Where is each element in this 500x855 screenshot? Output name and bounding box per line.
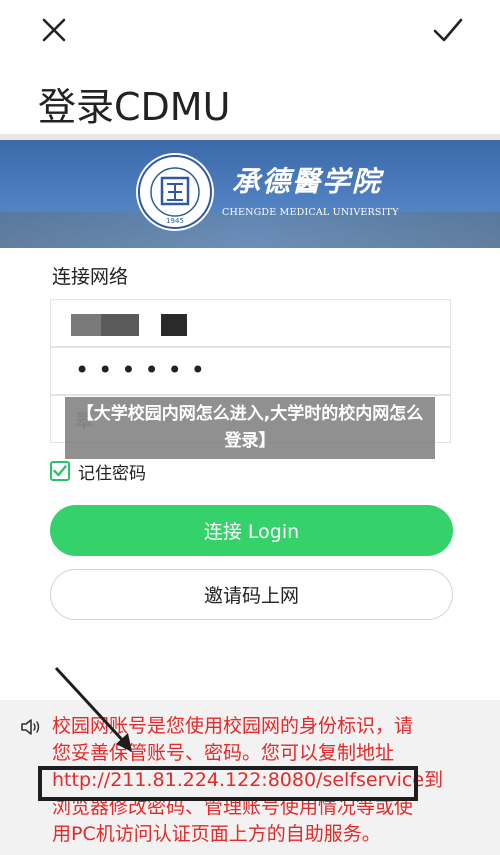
close-icon <box>42 18 66 42</box>
university-name-cn: 承德醫学院 <box>232 165 383 198</box>
remember-label: 记住密码 <box>78 463 146 484</box>
speaker-icon <box>21 719 40 735</box>
university-name-en: CHENGDE MEDICAL UNIVERSITY <box>222 207 399 218</box>
remember-password-row[interactable]: 记住密码 <box>50 460 146 484</box>
redacted-block <box>161 314 187 336</box>
article-caption-overlay: 【大学校园内网怎么进入,大学时的校内网怎么登录】 <box>65 397 435 459</box>
confirm-button[interactable] <box>430 12 466 48</box>
password-value: •••••• <box>75 356 214 384</box>
remember-checkbox[interactable] <box>50 461 70 481</box>
url-highlight-box <box>38 766 418 801</box>
logo-year: 1945 <box>166 217 184 225</box>
section-label: 连接网络 <box>52 266 129 288</box>
login-button[interactable]: 连接 Login <box>50 505 453 556</box>
page-title: 登录CDMU <box>38 85 231 129</box>
check-icon <box>433 18 463 42</box>
redacted-block <box>101 314 139 336</box>
university-logo-icon: 1945 <box>136 153 214 231</box>
checkmark-icon <box>53 465 67 477</box>
redacted-block <box>71 314 101 336</box>
invite-code-button[interactable]: 邀请码上网 <box>50 569 453 620</box>
notice-line: 用PC机访问认证页面上方的自助服务。 <box>52 823 381 845</box>
notice-line: 校园网账号是您使用校园网的身份标识，请 <box>52 715 414 737</box>
password-field[interactable]: •••••• <box>50 347 451 395</box>
username-field[interactable] <box>50 299 451 347</box>
close-button[interactable] <box>36 12 72 48</box>
notice-line: 您妥善保管账号、密码。您可以复制地址 <box>52 742 395 764</box>
